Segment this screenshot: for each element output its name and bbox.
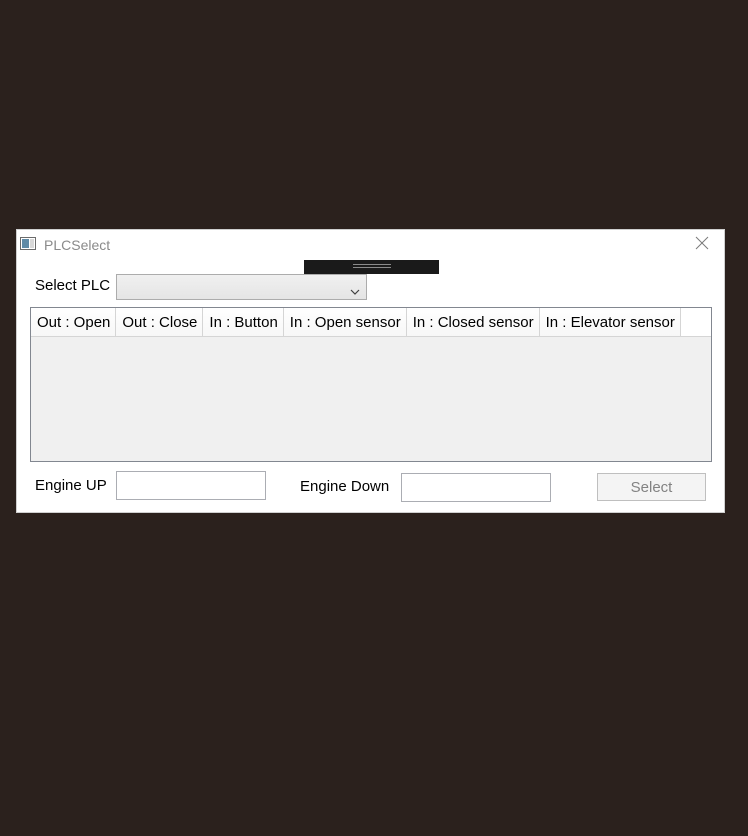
engine-up-input[interactable] — [116, 471, 266, 500]
chevron-down-icon — [350, 283, 360, 295]
app-window-icon — [20, 237, 36, 250]
column-header-filler — [680, 308, 711, 336]
column-header-in-elevator-sensor[interactable]: In : Elevator sensor — [539, 308, 681, 336]
plc-select-window: PLCSelect Select PLC Out : Open Out : Cl… — [16, 229, 725, 513]
close-icon — [695, 236, 709, 255]
engine-down-input[interactable] — [401, 473, 551, 502]
column-header-out-open[interactable]: Out : Open — [31, 308, 117, 336]
grid-header: Out : Open Out : Close In : Button In : … — [31, 308, 711, 337]
engine-up-label: Engine UP — [35, 477, 107, 494]
plc-select-combobox[interactable] — [116, 274, 367, 300]
select-plc-label: Select PLC — [35, 277, 111, 294]
io-data-grid[interactable]: Out : Open Out : Close In : Button In : … — [30, 307, 712, 462]
close-button[interactable] — [680, 230, 724, 260]
column-header-in-button[interactable]: In : Button — [203, 308, 284, 336]
column-header-out-close[interactable]: Out : Close — [116, 308, 204, 336]
engine-down-label: Engine Down — [300, 478, 390, 495]
drag-handle[interactable] — [304, 260, 439, 274]
column-header-in-open-sensor[interactable]: In : Open sensor — [283, 308, 407, 336]
column-header-in-closed-sensor[interactable]: In : Closed sensor — [406, 308, 540, 336]
title-bar[interactable]: PLCSelect — [17, 230, 724, 260]
grip-icon — [353, 264, 391, 268]
select-button[interactable]: Select — [597, 473, 706, 501]
window-title: PLCSelect — [44, 237, 111, 253]
